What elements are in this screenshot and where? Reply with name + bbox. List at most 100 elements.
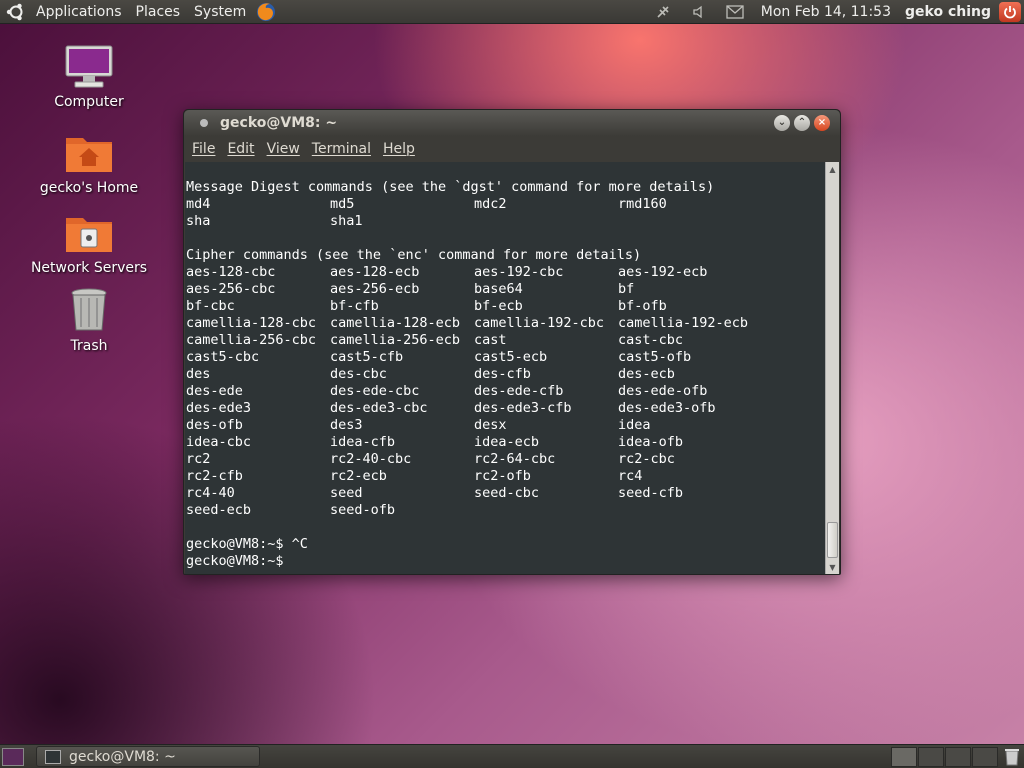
workspace-4[interactable] (972, 746, 998, 767)
terminal-menubar: File Edit View Terminal Help (184, 136, 840, 162)
workspace-3[interactable] (945, 746, 971, 767)
terminal-cell: aes-192-ecb (618, 264, 708, 280)
terminal-cell: des-ede-cbc (330, 383, 420, 399)
menu-system[interactable]: System (187, 0, 253, 24)
desktop-icon-home[interactable]: gecko's Home (29, 130, 149, 196)
workspace-switcher (890, 746, 998, 767)
terminal-cell: bf-ofb (618, 298, 667, 314)
terminal-line: Cipher commands (see the `enc' command f… (186, 247, 826, 264)
terminal-line: rc2-cfb rc2-ecb rc2-ofb rc4 (186, 468, 826, 485)
terminal-icon (45, 749, 61, 764)
trash-icon (63, 288, 115, 334)
terminal-line: gecko@VM8:~$ ^C (186, 536, 826, 553)
terminal-cell: seed-ecb (186, 502, 252, 518)
terminal-cell: camellia-256-ecb (330, 332, 461, 348)
terminal-cell: des-ede (186, 383, 243, 399)
close-button[interactable]: × (814, 115, 830, 131)
terminal-cell: rc4-40 (186, 485, 235, 501)
menu-terminal[interactable]: Terminal (306, 141, 377, 157)
menu-applications[interactable]: Applications (29, 0, 129, 24)
desktop-icon-network-servers[interactable]: Network Servers (29, 210, 149, 276)
terminal-cell: idea-ecb (474, 434, 540, 450)
terminal-line: camellia-128-cbc camellia-128-ecb camellia… (186, 315, 826, 332)
terminal-cell: des (186, 366, 211, 382)
terminal-text: gecko@VM8:~$ (186, 553, 292, 569)
terminal-cell: aes-128-cbc (186, 264, 276, 280)
terminal-text: Message Digest commands (see the `dgst' … (186, 179, 715, 195)
terminal-cell: seed-cfb (618, 485, 684, 501)
terminal-cell: des-ofb (186, 417, 243, 433)
terminal-cell: rc2 (186, 451, 211, 467)
terminal-cell: des-ede3 (186, 400, 252, 416)
clock[interactable]: Mon Feb 14, 11:53 (753, 4, 899, 20)
menu-help[interactable]: Help (377, 141, 421, 157)
desktop-icon-computer[interactable]: Computer (29, 44, 149, 110)
terminal-cell: camellia-192-ecb (618, 315, 749, 331)
username[interactable]: geko ching (899, 4, 997, 20)
terminal-line: des-ede3 des-ede3-cbc des-ede3-cfb des-ede3… (186, 400, 826, 417)
terminal-cell: cast5-cfb (330, 349, 404, 365)
trash-applet-icon[interactable] (1002, 747, 1022, 767)
terminal-window[interactable]: gecko@VM8: ~ ⌄ ⌃ × File Edit View Termin… (183, 109, 841, 575)
volume-icon[interactable] (689, 2, 709, 22)
terminal-output[interactable]: Message Digest commands (see the `dgst' … (185, 162, 826, 574)
terminal-cell: des-ede3-ofb (618, 400, 716, 416)
menu-edit[interactable]: Edit (221, 141, 260, 157)
terminal-line: des des-cbc des-cfb des-ecb (186, 366, 826, 383)
taskbar-terminal-button[interactable]: gecko@VM8: ~ (36, 746, 260, 767)
terminal-line: aes-128-cbc aes-128-ecb aes-192-cbc aes-192… (186, 264, 826, 281)
terminal-cell: bf-cfb (330, 298, 379, 314)
titlebar[interactable]: gecko@VM8: ~ ⌄ ⌃ × (184, 110, 840, 136)
terminal-cell: des-ede3-cbc (330, 400, 428, 416)
terminal-line: rc2 rc2-40-cbc rc2-64-cbc rc2-cbc (186, 451, 826, 468)
ubuntu-logo-icon[interactable] (6, 2, 26, 22)
terminal-line: Message Digest commands (see the `dgst' … (186, 179, 826, 196)
terminal-cell: desx (474, 417, 507, 433)
terminal-line: cast5-cbc cast5-cfb cast5-ecb cast5-ofb (186, 349, 826, 366)
terminal-cell: des-cfb (474, 366, 531, 382)
scrollbar-thumb[interactable] (827, 522, 838, 558)
terminal-cell: aes-256-ecb (330, 281, 420, 297)
terminal-line: rc4-40 seed seed-cbc seed-cfb (186, 485, 826, 502)
terminal-scrollbar[interactable]: ▲ ▼ (825, 162, 839, 574)
menu-places[interactable]: Places (129, 0, 188, 24)
scroll-up-arrow-icon[interactable]: ▲ (826, 162, 839, 176)
power-icon[interactable] (999, 1, 1021, 22)
terminal-cell: des3 (330, 417, 363, 433)
window-menu-icon[interactable] (200, 119, 208, 127)
terminal-cell: bf-ecb (474, 298, 523, 314)
terminal-cell: md5 (330, 196, 355, 212)
workspace-1[interactable] (891, 746, 917, 767)
minimize-button[interactable]: ⌄ (774, 115, 790, 131)
terminal-cell: aes-128-ecb (330, 264, 420, 280)
terminal-cell: sha1 (330, 213, 363, 229)
desktop-icon-label: gecko's Home (39, 180, 139, 196)
terminal-line: bf-cbc bf-cfb bf-ecb bf-ofb (186, 298, 826, 315)
terminal-cell: camellia-128-ecb (330, 315, 461, 331)
mail-icon[interactable] (725, 2, 745, 22)
maximize-button[interactable]: ⌃ (794, 115, 810, 131)
firefox-icon[interactable] (255, 1, 277, 23)
bottom-panel: gecko@VM8: ~ (0, 744, 1024, 768)
terminal-cell: camellia-128-cbc (186, 315, 317, 331)
terminal-cell: cast5-ecb (474, 349, 548, 365)
taskbar-label: gecko@VM8: ~ (69, 748, 176, 765)
show-desktop-icon[interactable] (2, 747, 24, 766)
terminal-cell: rmd160 (618, 196, 667, 212)
workspace-2[interactable] (918, 746, 944, 767)
terminal-text: gecko@VM8:~$ ^C (186, 536, 308, 552)
terminal-cell: idea-ofb (618, 434, 684, 450)
terminal-cell: md4 (186, 196, 211, 212)
network-icon[interactable] (653, 2, 673, 22)
menu-file[interactable]: File (186, 141, 221, 157)
menu-view[interactable]: View (261, 141, 306, 157)
terminal-cell: mdc2 (474, 196, 507, 212)
terminal-line: des-ede des-ede-cbc des-ede-cfb des-ede-ofb (186, 383, 826, 400)
terminal-cell: seed-cbc (474, 485, 540, 501)
scroll-down-arrow-icon[interactable]: ▼ (826, 560, 839, 574)
terminal-cell: rc2-cfb (186, 468, 243, 484)
desktop-icon-label: Network Servers (30, 260, 148, 276)
desktop-icon-trash[interactable]: Trash (29, 288, 149, 354)
terminal-cell: base64 (474, 281, 523, 297)
